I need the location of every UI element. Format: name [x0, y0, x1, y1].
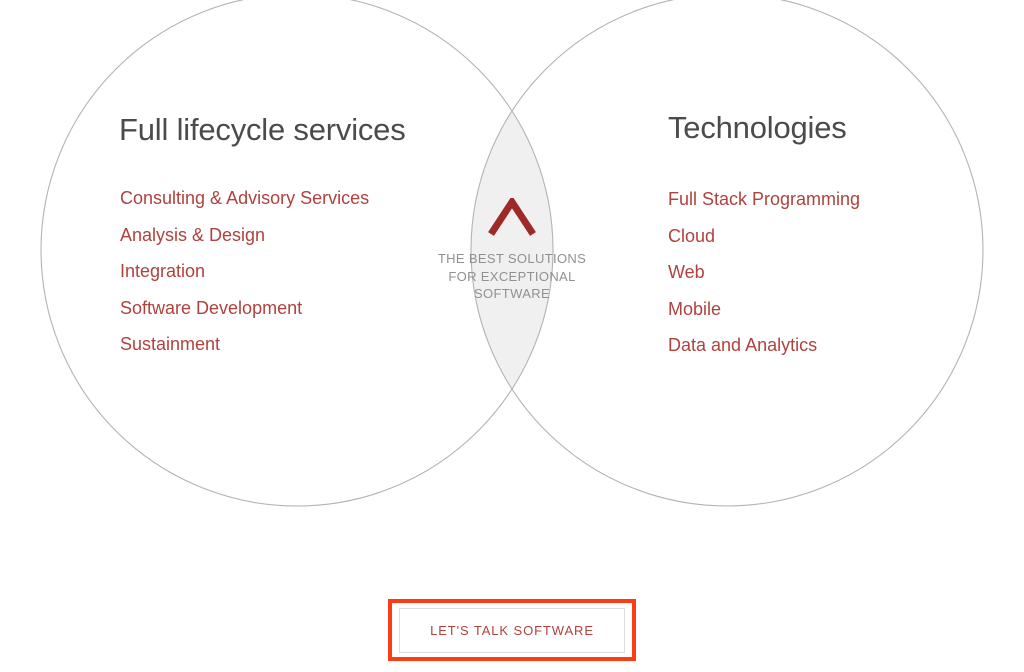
- list-item: Data and Analytics: [668, 335, 818, 356]
- intersection-caption-line: THE BEST SOLUTIONS: [437, 251, 587, 266]
- left-circle-heading: Full lifecycle services: [119, 112, 406, 147]
- lets-talk-software-button[interactable]: LET'S TALK SOFTWARE: [399, 608, 625, 653]
- intersection-caption: THE BEST SOLUTIONS FOR EXCEPTIONAL SOFTW…: [427, 250, 597, 303]
- list-item: Integration: [120, 261, 206, 282]
- intersection-content: THE BEST SOLUTIONS FOR EXCEPTIONAL SOFTW…: [427, 198, 597, 303]
- right-circle-list: Full Stack Programming Cloud Web Mobile …: [668, 181, 860, 364]
- venn-diagram: Full lifecycle services Consulting & Adv…: [0, 0, 1024, 672]
- left-circle-list: Consulting & Advisory Services Analysis …: [120, 180, 369, 363]
- intersection-caption-line: SOFTWARE: [474, 286, 550, 302]
- right-circle-heading: Technologies: [668, 110, 847, 145]
- list-item: Consulting & Advisory Services: [120, 188, 370, 208]
- list-item: Sustainment: [120, 334, 221, 355]
- list-item: Analysis & Design: [120, 224, 266, 245]
- list-item: Software Development: [120, 297, 303, 318]
- list-item: Mobile: [668, 298, 722, 319]
- intersection-caption-line: FOR EXCEPTIONAL: [448, 268, 576, 284]
- chevron-up-icon: [488, 198, 536, 236]
- list-item: Web: [668, 262, 705, 283]
- list-item: Cloud: [668, 225, 716, 246]
- list-item: Full Stack Programming: [668, 189, 861, 209]
